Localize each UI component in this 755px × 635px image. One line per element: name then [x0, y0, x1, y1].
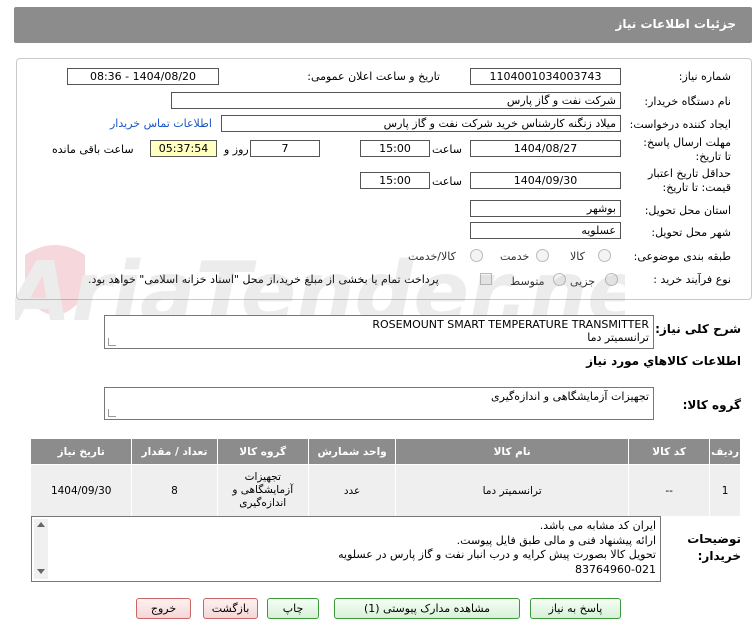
buyer-org-label: نام دستگاه خریدار: — [644, 95, 731, 108]
province-label: استان محل تحویل: — [644, 204, 731, 217]
city-field: عسلویه — [470, 222, 621, 239]
cell-qty: 8 — [131, 464, 218, 517]
attachments-button[interactable]: مشاهده مدارک پیوستی (1) — [334, 598, 520, 619]
col-index: ردیف — [709, 438, 741, 465]
notes-scrollbar[interactable] — [34, 519, 48, 579]
notes-textarea[interactable]: ایران کد مشابه می باشد. ارائه پیشنهاد فن… — [31, 516, 661, 582]
process-radio-medium[interactable] — [553, 273, 566, 286]
scroll-down-icon[interactable] — [37, 569, 45, 574]
cell-name: ترانسمیتر دما — [395, 464, 630, 517]
summary-label: شرح کلی نیاز: — [655, 322, 741, 336]
notes-line-3: تحویل کالا بصورت پیش کرایه و درب انبار ن… — [338, 548, 656, 561]
validity-date-field: 1404/09/30 — [470, 172, 621, 189]
validity-time-field: 15:00 — [360, 172, 430, 189]
goods-group-value: تجهیزات آزمایشگاهی و اندازه‌گیری — [491, 390, 649, 403]
days-label: روز و — [224, 143, 249, 156]
buyer-org-field: شرکت نفت و گاز پارس — [171, 92, 621, 109]
notes-line-2: ارائه پیشنهاد فنی و مالی طبق فایل پیوست. — [456, 533, 656, 547]
deadline-time-label: ساعت — [432, 143, 462, 156]
notes-label: توضیحات خریدار: — [687, 532, 741, 563]
category-option-service: خدمت — [500, 250, 530, 263]
col-group: گروه کالا — [216, 438, 309, 465]
col-unit: واحد شمارش — [307, 438, 397, 465]
cell-unit: عدد — [307, 464, 397, 517]
deadline-time-field: 15:00 — [360, 140, 430, 157]
need-number-label: شماره نیاز: — [678, 70, 731, 83]
summary-line-2: ترانسمیتر دما — [587, 331, 649, 344]
creator-label: ایجاد کننده درخواست: — [629, 118, 731, 131]
cell-group: تجهیزات آزمایشگاهی و اندازه‌گیری — [216, 464, 309, 517]
remaining-time-field: 05:37:54 — [150, 140, 217, 157]
col-date: تاریخ نیاز — [29, 438, 133, 465]
contact-info-link[interactable]: اطلاعات تماس خریدار — [110, 117, 212, 130]
notes-line-4: 83764960-021 — [575, 562, 656, 576]
treasury-payment-note: پرداخت تمام یا بخشی از مبلغ خرید،از محل … — [88, 273, 439, 286]
table-row[interactable]: 1 -- ترانسمیتر دما عدد تجهیزات آزمایشگاه… — [29, 464, 741, 517]
goods-section-title: اطلاعات کالاهاي مورد نیاز — [586, 354, 741, 368]
announce-field: 1404/08/20 - 08:36 — [67, 68, 219, 85]
page-title: جزئیات اطلاعات نیاز — [14, 7, 752, 43]
need-number-field: 1104001034003743 — [470, 68, 621, 85]
deadline-date-field: 1404/08/27 — [470, 140, 621, 157]
city-label: شهر محل تحویل: — [651, 226, 731, 239]
reply-button[interactable]: پاسخ به نیاز — [530, 598, 621, 619]
category-radio-goods[interactable] — [598, 249, 611, 262]
process-label: نوع فرآیند خرید : — [653, 273, 731, 286]
creator-field: میلاد زنگنه کارشناس خرید شرکت نفت و گاز … — [221, 115, 621, 132]
days-field: 7 — [250, 140, 320, 157]
validity-time-label: ساعت — [432, 175, 462, 188]
process-option-medium: متوسط — [510, 275, 545, 288]
deadline-label: مهلت ارسال پاسخ: تا تاریخ: — [643, 136, 731, 163]
col-name: نام کالا — [395, 438, 630, 465]
announce-label: تاریخ و ساعت اعلان عمومی: — [307, 70, 440, 83]
cell-date: 1404/09/30 — [29, 464, 133, 517]
category-option-goods: کالا — [570, 250, 585, 263]
goods-group-label: گروه کالا: — [682, 398, 741, 412]
cell-code: -- — [628, 464, 711, 517]
category-option-both: کالا/خدمت — [408, 250, 456, 263]
back-button[interactable]: بازگشت — [203, 598, 258, 619]
cell-index: 1 — [709, 464, 741, 517]
resize-handle-icon[interactable] — [108, 338, 116, 346]
notes-line-1: ایران کد مشابه می باشد. — [539, 519, 656, 532]
table-header-row: ردیف کد کالا نام کالا واحد شمارش گروه کا… — [29, 438, 741, 465]
col-qty: تعداد / مقدار — [131, 438, 218, 465]
province-field: بوشهر — [470, 200, 621, 217]
goods-table: ردیف کد کالا نام کالا واحد شمارش گروه کا… — [29, 438, 741, 517]
summary-line-1: ROSEMOUNT SMART TEMPERATURE TRANSMITTER — [372, 318, 649, 331]
goods-group-textarea[interactable]: تجهیزات آزمایشگاهی و اندازه‌گیری — [104, 387, 654, 420]
summary-textarea[interactable]: ROSEMOUNT SMART TEMPERATURE TRANSMITTER … — [104, 315, 654, 349]
category-radio-service[interactable] — [536, 249, 549, 262]
col-code: کد کالا — [628, 438, 711, 465]
category-radio-both[interactable] — [470, 249, 483, 262]
remaining-label: ساعت باقی مانده — [52, 143, 134, 156]
process-option-minor: جزیی — [570, 275, 596, 288]
print-button[interactable]: چاپ — [267, 598, 319, 619]
category-label: طبقه بندی موضوعی: — [633, 250, 731, 263]
resize-handle-icon[interactable] — [108, 409, 116, 417]
validity-label: حداقل تاریخ اعتبار قیمت: تا تاریخ: — [647, 167, 731, 194]
treasury-payment-checkbox[interactable] — [480, 273, 492, 285]
process-radio-minor[interactable] — [605, 273, 618, 286]
exit-button[interactable]: خروج — [136, 598, 191, 619]
scroll-up-icon[interactable] — [37, 522, 45, 527]
